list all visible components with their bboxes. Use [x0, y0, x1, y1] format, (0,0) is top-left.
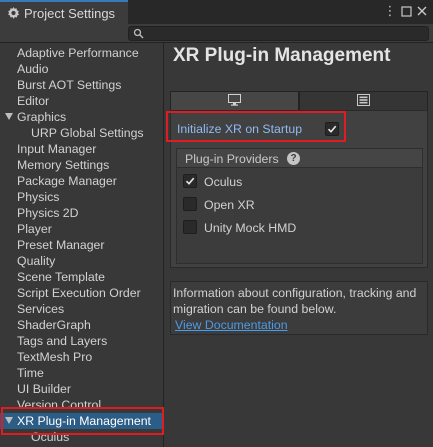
sidebar-item-label: Graphics	[17, 110, 67, 124]
gear-icon	[6, 6, 20, 20]
sidebar-item-graphics[interactable]: Graphics	[0, 109, 163, 125]
info-message: Information about configuration, trackin…	[173, 286, 417, 316]
title-bar: Project Settings ⋮	[0, 0, 433, 24]
sidebar-item-label: Burst AOT Settings	[17, 78, 122, 92]
sidebar-item-label: ShaderGraph	[17, 318, 91, 332]
provider-label: Open XR	[204, 198, 255, 212]
sidebar-item-urp-global-settings[interactable]: URP Global Settings	[0, 125, 163, 141]
sidebar-item-label: Scene Template	[17, 270, 105, 284]
sidebar-item-memory-settings[interactable]: Memory Settings	[0, 157, 163, 173]
sidebar-item-label: Editor	[17, 94, 50, 108]
sidebar-item-physics[interactable]: Physics	[0, 189, 163, 205]
sidebar-item-physics-2d[interactable]: Physics 2D	[0, 205, 163, 221]
close-icon[interactable]	[415, 4, 429, 18]
page-title: XR Plug-in Management	[173, 45, 391, 66]
tab-desktop[interactable]	[170, 91, 299, 111]
sidebar-item-audio[interactable]: Audio	[0, 61, 163, 77]
sidebar-item-ui-builder[interactable]: UI Builder	[0, 381, 163, 397]
sidebar-item-preset-manager[interactable]: Preset Manager	[0, 237, 163, 253]
sidebar-item-scene-template[interactable]: Scene Template	[0, 269, 163, 285]
sidebar-item-editor[interactable]: Editor	[0, 93, 163, 109]
provider-label: Oculus	[204, 175, 243, 189]
sidebar-item-player[interactable]: Player	[0, 221, 163, 237]
maximize-icon[interactable]	[399, 4, 413, 18]
window-title: Project Settings	[24, 5, 116, 21]
window-menu-icon[interactable]: ⋮	[383, 4, 397, 18]
sidebar-item-services[interactable]: Services	[0, 301, 163, 317]
sidebar-item-label: Tags and Layers	[17, 334, 108, 348]
sidebar-item-label: Audio	[17, 62, 49, 76]
plugin-providers-header: Plug-in Providers ?	[177, 149, 422, 168]
sidebar-item-input-manager[interactable]: Input Manager	[0, 141, 163, 157]
sidebar-item-label: Physics 2D	[17, 206, 79, 220]
desktop-icon	[228, 93, 241, 109]
sidebar-item-label: Time	[17, 366, 44, 380]
sidebar-item-label: Input Manager	[17, 142, 97, 156]
unity-mock-hmd-checkbox[interactable]	[183, 220, 197, 234]
search-input[interactable]	[128, 26, 429, 41]
android-icon	[357, 93, 370, 109]
platform-tabs	[170, 91, 428, 111]
sidebar-item-label: Physics	[17, 190, 60, 204]
sidebar-item-label: Adaptive Performance	[17, 46, 139, 60]
sidebar-item-label: Preset Manager	[17, 238, 105, 252]
sidebar-item-quality[interactable]: Quality	[0, 253, 163, 269]
sidebar-item-textmesh-pro[interactable]: TextMesh Pro	[0, 349, 163, 365]
sidebar-item-label: Services	[17, 302, 65, 316]
sidebar-item-label: UI Builder	[17, 382, 71, 396]
view-documentation-link[interactable]: View Documentation	[175, 318, 288, 332]
sidebar-item-label: TextMesh Pro	[17, 350, 93, 364]
settings-sidebar: Adaptive Performance Audio Burst AOT Set…	[0, 43, 164, 447]
sidebar-item-package-manager[interactable]: Package Manager	[0, 173, 163, 189]
expand-arrow-icon[interactable]	[5, 113, 13, 120]
highlight-box	[1, 407, 164, 435]
tab-android[interactable]	[299, 91, 428, 111]
plugin-providers-label: Plug-in Providers	[185, 152, 279, 166]
sidebar-item-label: Quality	[17, 254, 56, 268]
oculus-checkbox[interactable]	[183, 174, 197, 188]
help-icon[interactable]: ?	[287, 152, 300, 165]
openxr-checkbox[interactable]	[183, 197, 197, 211]
info-box: Information about configuration, trackin…	[170, 281, 428, 335]
sidebar-item-label: URP Global Settings	[31, 126, 144, 140]
sidebar-item-label: Package Manager	[17, 174, 117, 188]
window-tab-project-settings[interactable]: Project Settings	[0, 0, 128, 24]
settings-main-panel: XR Plug-in Management Initialize XR on S…	[165, 43, 433, 447]
search-icon	[133, 28, 144, 39]
sidebar-item-label: Player	[17, 222, 52, 236]
sidebar-item-label: Script Execution Order	[17, 286, 141, 300]
plugin-providers-box: Plug-in Providers ? Oculus Open XR Unity…	[176, 148, 423, 264]
sidebar-item-shadergraph[interactable]: ShaderGraph	[0, 317, 163, 333]
sidebar-item-label: Memory Settings	[17, 158, 110, 172]
sidebar-item-tags-and-layers[interactable]: Tags and Layers	[0, 333, 163, 349]
sidebar-item-script-execution-order[interactable]: Script Execution Order	[0, 285, 163, 301]
sidebar-item-burst-aot-settings[interactable]: Burst AOT Settings	[0, 77, 163, 93]
sidebar-item-adaptive-performance[interactable]: Adaptive Performance	[0, 45, 163, 61]
search-row	[0, 24, 433, 43]
sidebar-item-time[interactable]: Time	[0, 365, 163, 381]
provider-label: Unity Mock HMD	[204, 221, 297, 235]
highlight-box	[166, 111, 346, 142]
